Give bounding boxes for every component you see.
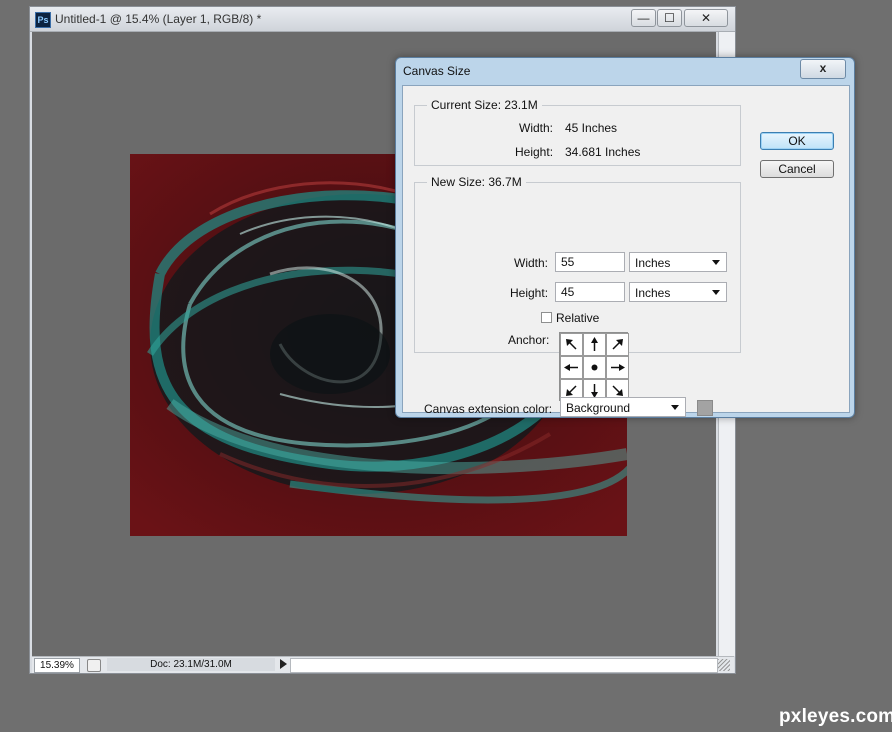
current-width-label: Width: xyxy=(519,121,554,135)
watermark-text: pxleyes.com xyxy=(779,706,892,727)
status-bar: 15.39% Doc: 23.1M/31.0M xyxy=(32,656,734,673)
dialog-title: Canvas Size xyxy=(403,64,471,78)
status-menu-arrow-icon[interactable] xyxy=(280,659,287,669)
chevron-down-icon xyxy=(712,290,720,295)
width-unit-value: Inches xyxy=(635,256,671,270)
relative-checkbox[interactable] xyxy=(541,312,552,323)
canvas-size-dialog: Canvas Size x Current Size: 23.1M Width:… xyxy=(395,57,855,418)
document-size-info: Doc: 23.1M/31.0M xyxy=(107,658,275,671)
extension-color-label: Canvas extension color: xyxy=(424,402,553,416)
resize-grip-icon[interactable] xyxy=(718,659,730,671)
close-window-button[interactable]: ✕ xyxy=(684,9,728,27)
anchor-dot-icon xyxy=(591,364,598,371)
arrow-up-icon xyxy=(591,337,598,351)
current-size-title: Current Size: 23.1M xyxy=(427,98,542,112)
arrow-up-right-icon xyxy=(612,339,623,350)
photoshop-app-icon: Ps xyxy=(35,12,51,28)
minimize-button[interactable]: — xyxy=(631,9,656,27)
anchor-center[interactable] xyxy=(583,356,606,379)
chevron-down-icon xyxy=(712,260,720,265)
width-unit-select[interactable]: Inches xyxy=(629,252,727,272)
anchor-left[interactable] xyxy=(560,356,583,379)
dialog-body: Current Size: 23.1M Width: 45 Inches Hei… xyxy=(402,85,850,417)
current-height-label: Height: xyxy=(515,145,554,159)
status-info-icon[interactable] xyxy=(87,659,101,672)
current-width-value: 45 Inches xyxy=(565,121,618,135)
arrow-left-icon xyxy=(564,364,578,371)
zoom-level-field[interactable]: 15.39% xyxy=(34,658,80,673)
anchor-top-right[interactable] xyxy=(606,333,629,356)
height-unit-value: Inches xyxy=(635,286,671,300)
ok-button[interactable]: OK xyxy=(760,132,834,150)
horizontal-scrollbar[interactable] xyxy=(290,658,718,673)
new-height-input[interactable] xyxy=(555,282,625,302)
anchor-right[interactable] xyxy=(606,356,629,379)
anchor-top[interactable] xyxy=(583,333,606,356)
current-size-group: Current Size: 23.1M Width: 45 Inches Hei… xyxy=(414,98,741,166)
current-height-value: 34.681 Inches xyxy=(565,145,641,159)
new-width-input[interactable] xyxy=(555,252,625,272)
height-unit-select[interactable]: Inches xyxy=(629,282,727,302)
extension-color-value: Background xyxy=(566,401,631,415)
document-titlebar[interactable]: Ps Untitled-1 @ 15.4% (Layer 1, RGB/8) *… xyxy=(30,7,735,32)
relative-label: Relative xyxy=(556,311,600,325)
cancel-button[interactable]: Cancel xyxy=(760,160,834,178)
new-width-label: Width: xyxy=(514,256,549,270)
anchor-top-left[interactable] xyxy=(560,333,583,356)
anchor-grid xyxy=(559,332,629,402)
new-size-title: New Size: 36.7M xyxy=(427,175,526,189)
new-height-label: Height: xyxy=(510,286,549,300)
extension-color-swatch[interactable] xyxy=(697,400,713,416)
extension-color-select[interactable]: Background xyxy=(560,397,686,417)
anchor-label: Anchor: xyxy=(508,333,550,347)
chevron-down-icon xyxy=(671,405,679,410)
document-title: Untitled-1 @ 15.4% (Layer 1, RGB/8) * xyxy=(55,12,262,26)
arrow-up-left-icon xyxy=(566,339,577,350)
dialog-close-button[interactable]: x xyxy=(800,59,846,79)
arrow-right-icon xyxy=(611,364,625,371)
maximize-button[interactable]: ☐ xyxy=(657,9,682,27)
